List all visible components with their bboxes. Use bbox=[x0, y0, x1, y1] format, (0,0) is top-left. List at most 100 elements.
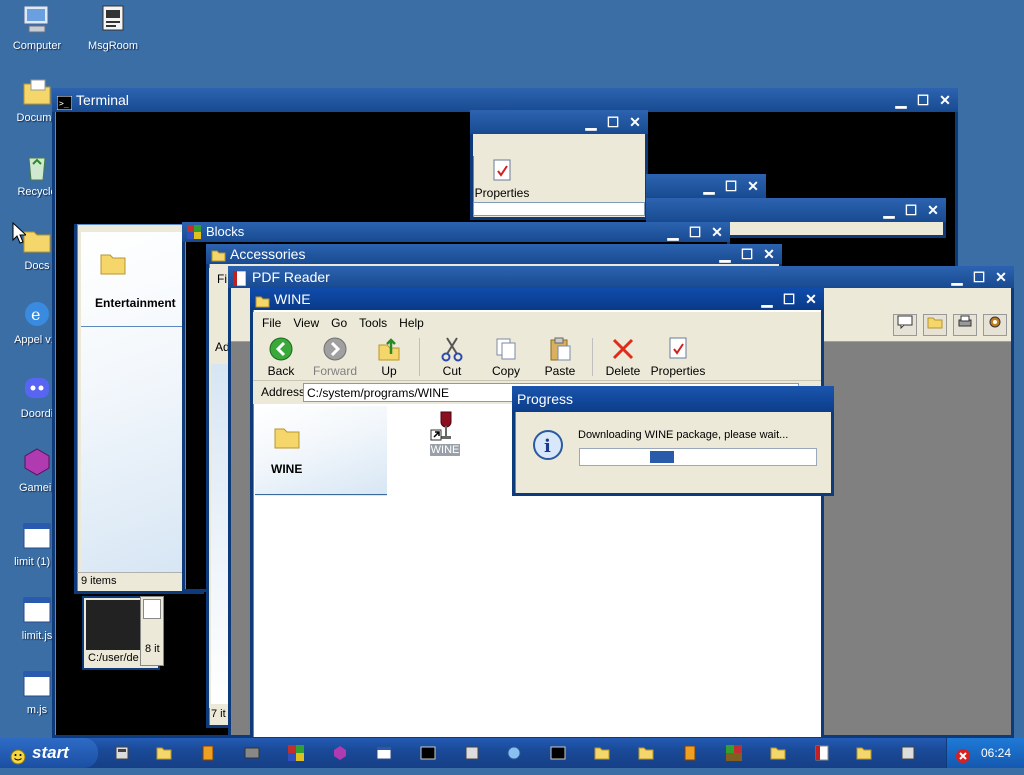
menu-file[interactable]: Fi bbox=[217, 272, 227, 286]
maximize-button[interactable]: ☐ bbox=[780, 290, 798, 308]
svg-text:e: e bbox=[31, 305, 40, 324]
close-circle-icon[interactable] bbox=[955, 745, 971, 775]
maximize-button[interactable]: ☐ bbox=[686, 223, 704, 241]
taskbar-app-icon[interactable] bbox=[900, 745, 916, 761]
terminal-titlebar[interactable]: >_ Terminal ▁ ☐ ✕ bbox=[52, 88, 958, 112]
close-button[interactable]: ✕ bbox=[760, 245, 778, 263]
maximize-button[interactable]: ☐ bbox=[914, 91, 932, 109]
desktop-icon-msgroom[interactable]: MsgRoom bbox=[78, 4, 148, 52]
menu-go[interactable]: Go bbox=[328, 312, 356, 334]
taskbar-window-icon[interactable] bbox=[376, 745, 392, 761]
explorer-back-titlebar[interactable]: ▁ ☐ ✕ bbox=[470, 110, 648, 134]
desktop-icon-computer[interactable]: Computer bbox=[2, 4, 72, 52]
taskbar-folder-icon[interactable] bbox=[856, 745, 872, 761]
properties-button[interactable]: Properties bbox=[649, 336, 707, 378]
up-button[interactable]: Up bbox=[361, 336, 417, 378]
window-file-icon bbox=[21, 668, 53, 700]
minimize-button[interactable]: ▁ bbox=[716, 245, 734, 263]
taskbar-app-icon[interactable] bbox=[114, 745, 130, 761]
taskbar-folder-icon[interactable] bbox=[156, 745, 172, 761]
accessories-sidepane bbox=[211, 364, 229, 704]
taskbar-terminal-icon[interactable] bbox=[550, 745, 566, 761]
maximize-button[interactable]: ☐ bbox=[738, 245, 756, 263]
start-button[interactable]: start bbox=[0, 738, 98, 768]
taskbar-blocks-icon[interactable] bbox=[288, 745, 304, 761]
menu-view[interactable]: View bbox=[290, 312, 328, 334]
taskbar-app-icon[interactable] bbox=[464, 745, 480, 761]
folder-icon bbox=[211, 247, 226, 262]
delete-button[interactable]: Delete bbox=[595, 336, 651, 378]
close-button[interactable]: ✕ bbox=[992, 268, 1010, 286]
close-button[interactable]: ✕ bbox=[626, 113, 644, 131]
taskbar-cube-icon[interactable] bbox=[332, 745, 348, 761]
taskbar-app-icon[interactable] bbox=[244, 745, 260, 761]
progress-bar-fill bbox=[650, 451, 674, 463]
cube-icon bbox=[21, 446, 53, 478]
folder-icon bbox=[99, 250, 127, 279]
path-text: C:/user/de bbox=[88, 652, 139, 664]
taskbar-pdf-icon[interactable] bbox=[814, 745, 830, 761]
taskbar-app-icon[interactable] bbox=[682, 745, 698, 761]
maximize-button[interactable]: ☐ bbox=[722, 177, 740, 195]
close-button[interactable]: ✕ bbox=[936, 91, 954, 109]
progress-dialog[interactable]: Progress i Downloading WINE package, ple… bbox=[512, 386, 834, 496]
minimize-button[interactable]: ▁ bbox=[892, 91, 910, 109]
maximize-button[interactable]: ☐ bbox=[604, 113, 622, 131]
wine-explorer-window[interactable]: WINE ▁ ☐ ✕ File View Go Tools Help Back … bbox=[250, 288, 824, 740]
stacked-window-1-titlebar[interactable]: ▁ ☐ ✕ bbox=[646, 174, 766, 198]
sidepane-title: Entertainment bbox=[95, 296, 176, 310]
delete-x-icon bbox=[610, 336, 636, 362]
taskbar-folder-icon[interactable] bbox=[594, 745, 610, 761]
close-button[interactable]: ✕ bbox=[802, 290, 820, 308]
stacked-window-2-titlebar[interactable]: ▁ ☐ ✕ bbox=[646, 198, 946, 222]
maximize-button[interactable]: ☐ bbox=[902, 201, 920, 219]
properties-label: Properties bbox=[650, 364, 706, 378]
menu-file[interactable]: File bbox=[259, 312, 290, 334]
back-button[interactable]: Back bbox=[253, 336, 309, 378]
status-text: 7 it bbox=[211, 708, 226, 720]
smiley-icon bbox=[10, 745, 26, 775]
print-icon[interactable] bbox=[953, 314, 977, 336]
properties-button[interactable]: Properties bbox=[473, 158, 531, 200]
wine-titlebar[interactable]: WINE ▁ ☐ ✕ bbox=[250, 288, 824, 310]
menu-tools[interactable]: Tools bbox=[356, 312, 396, 334]
accessories-titlebar[interactable]: Accessories ▁ ☐ ✕ bbox=[206, 244, 782, 264]
taskbar-blocks-icon[interactable] bbox=[726, 745, 742, 761]
file-item-wine[interactable]: WINE bbox=[425, 410, 465, 456]
taskbar-network-icon[interactable] bbox=[506, 745, 522, 761]
close-button[interactable]: ✕ bbox=[744, 177, 762, 195]
address-label: Address bbox=[261, 385, 306, 399]
copy-button[interactable]: Copy bbox=[478, 336, 534, 378]
menu-help[interactable]: Help bbox=[396, 312, 433, 334]
minimize-button[interactable]: ▁ bbox=[880, 201, 898, 219]
folder-open-icon[interactable] bbox=[923, 314, 947, 336]
progress-titlebar[interactable]: Progress bbox=[512, 386, 834, 412]
close-button[interactable]: ✕ bbox=[924, 201, 942, 219]
close-button[interactable]: ✕ bbox=[708, 223, 726, 241]
minimize-button[interactable]: ▁ bbox=[948, 268, 966, 286]
pdf-titlebar[interactable]: PDF Reader ▁ ☐ ✕ bbox=[228, 266, 1014, 288]
taskbar-folder-icon[interactable] bbox=[638, 745, 654, 761]
forward-button[interactable]: Forward bbox=[307, 336, 363, 378]
msgroom-icon bbox=[97, 4, 129, 36]
settings-icon[interactable] bbox=[983, 314, 1007, 336]
window-title: Blocks bbox=[206, 224, 245, 239]
minimize-button[interactable]: ▁ bbox=[700, 177, 718, 195]
minimize-button[interactable]: ▁ bbox=[758, 290, 776, 308]
blocks-titlebar[interactable]: Blocks ▁ ☐ ✕ bbox=[182, 222, 730, 242]
dialog-title: Progress bbox=[517, 391, 574, 407]
clock[interactable]: 06:24 bbox=[981, 738, 1011, 768]
cut-button[interactable]: Cut bbox=[424, 336, 480, 378]
maximize-button[interactable]: ☐ bbox=[970, 268, 988, 286]
taskbar-folder-icon[interactable] bbox=[770, 745, 786, 761]
taskbar-terminal-icon[interactable] bbox=[420, 745, 436, 761]
minimize-button[interactable]: ▁ bbox=[582, 113, 600, 131]
minimize-button[interactable]: ▁ bbox=[664, 223, 682, 241]
paste-button[interactable]: Paste bbox=[532, 336, 588, 378]
explorer-window-back[interactable]: ▁ ☐ ✕ Properties bbox=[470, 110, 648, 220]
properties-label: Properties bbox=[474, 186, 530, 200]
taskbar-app-icon[interactable] bbox=[200, 745, 216, 761]
svg-text:i: i bbox=[544, 436, 551, 457]
window-title: WINE bbox=[274, 291, 311, 307]
comment-icon[interactable] bbox=[893, 314, 917, 336]
